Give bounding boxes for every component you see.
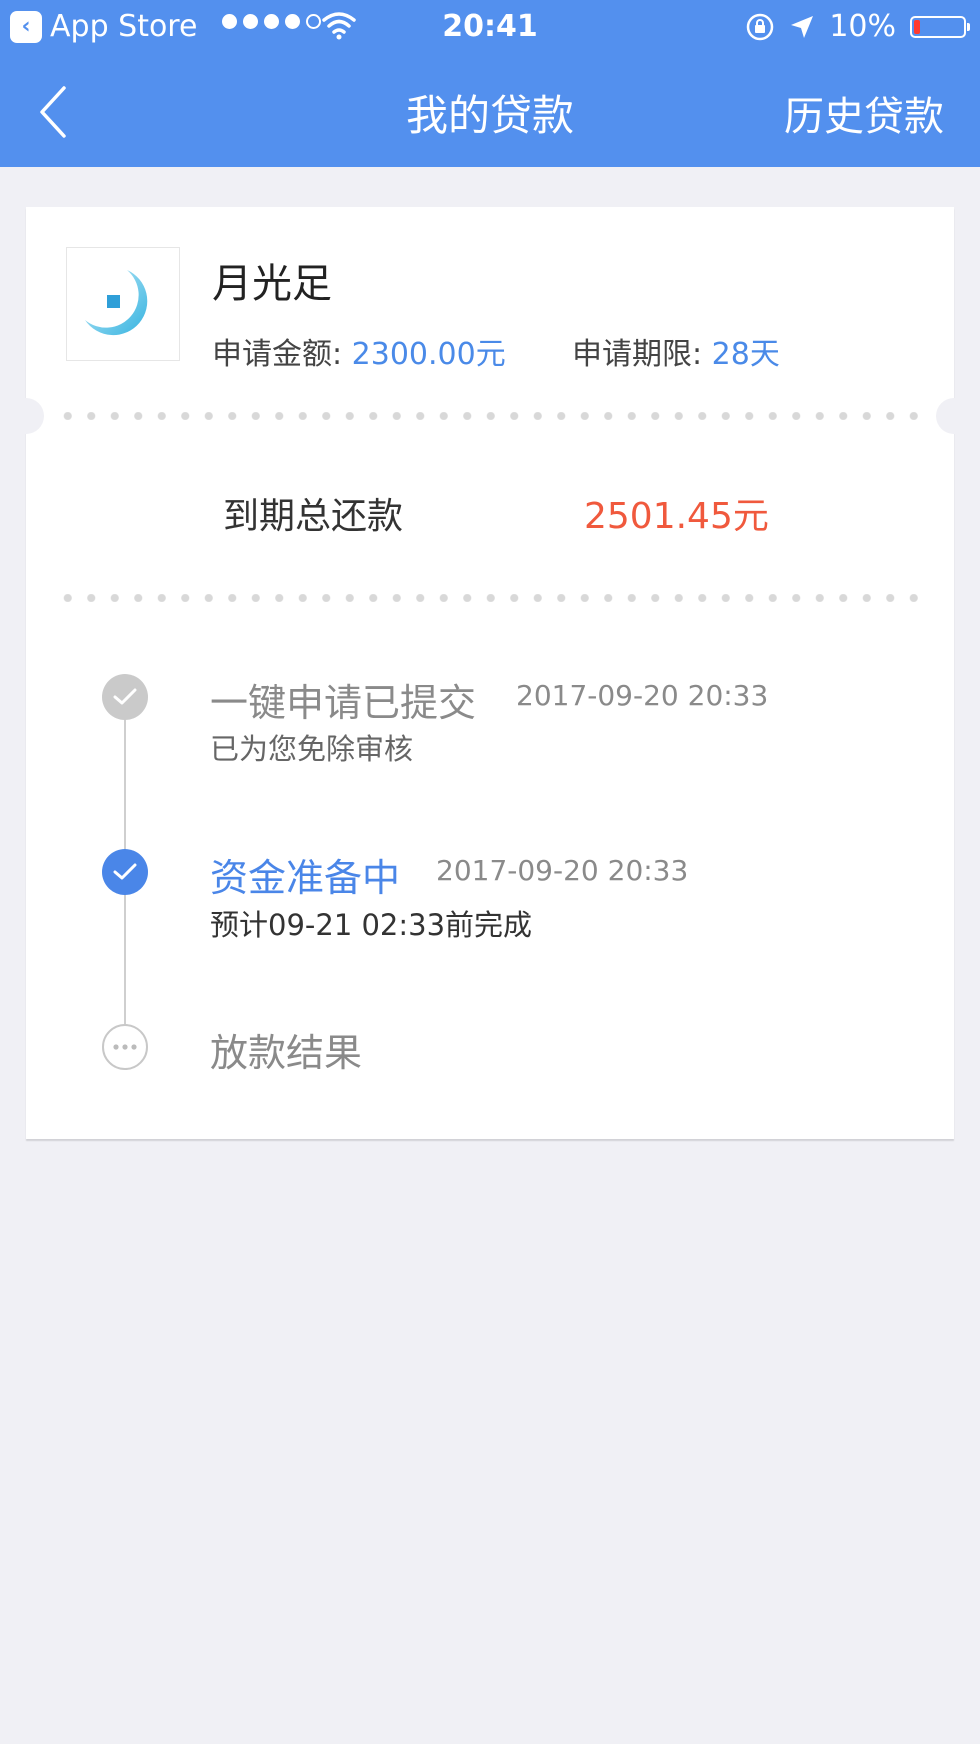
step-time: 2017-09-20 20:33 <box>516 679 769 712</box>
status-bar: ‹ App Store 20:41 10% <box>0 0 980 56</box>
step-subtitle: 已为您免除审核 <box>210 732 414 766</box>
loan-card: 月光足 申请金额: 2300.00元 申请期限: 28天 到期总还款 2501.… <box>8 207 972 1139</box>
dotted-divider <box>56 594 924 602</box>
product-logo <box>66 247 180 361</box>
battery-icon <box>910 15 970 38</box>
step-time: 2017-09-20 20:33 <box>436 854 689 887</box>
step-active-check-icon <box>102 849 148 895</box>
step-title: 放款结果 <box>210 1031 363 1075</box>
dotted-divider <box>56 412 924 420</box>
total-repayment-value: 2501.45元 <box>584 496 769 537</box>
total-repayment-label: 到期总还款 <box>223 496 404 537</box>
step-pending-more-icon <box>102 1024 148 1070</box>
step-subtitle: 预计09-21 02:33前完成 <box>210 908 533 942</box>
ticket-notch-right <box>936 398 972 434</box>
history-loans-button[interactable]: 历史贷款 <box>784 84 944 142</box>
orientation-lock-icon <box>747 13 774 40</box>
apply-term-value: 28天 <box>711 337 780 372</box>
apply-amount-value: 2300.00元 <box>351 337 506 372</box>
ticket-notch-left <box>8 398 44 434</box>
crescent-moon-icon <box>85 270 148 336</box>
apply-term-label: 申请期限: <box>572 337 712 372</box>
step-done-check-icon <box>102 674 148 720</box>
apply-amount-label: 申请金额: <box>212 337 352 372</box>
navigation-bar: 我的贷款 历史贷款 <box>0 56 980 167</box>
step-title: 一键申请已提交 <box>210 681 477 725</box>
apply-term: 申请期限: 28天 <box>572 329 780 373</box>
step-title: 资金准备中 <box>210 856 401 900</box>
apply-amount: 申请金额: 2300.00元 <box>212 329 506 373</box>
battery-percentage: 10% <box>829 9 896 44</box>
product-name: 月光足 <box>212 261 332 307</box>
location-arrow-icon <box>791 15 814 38</box>
